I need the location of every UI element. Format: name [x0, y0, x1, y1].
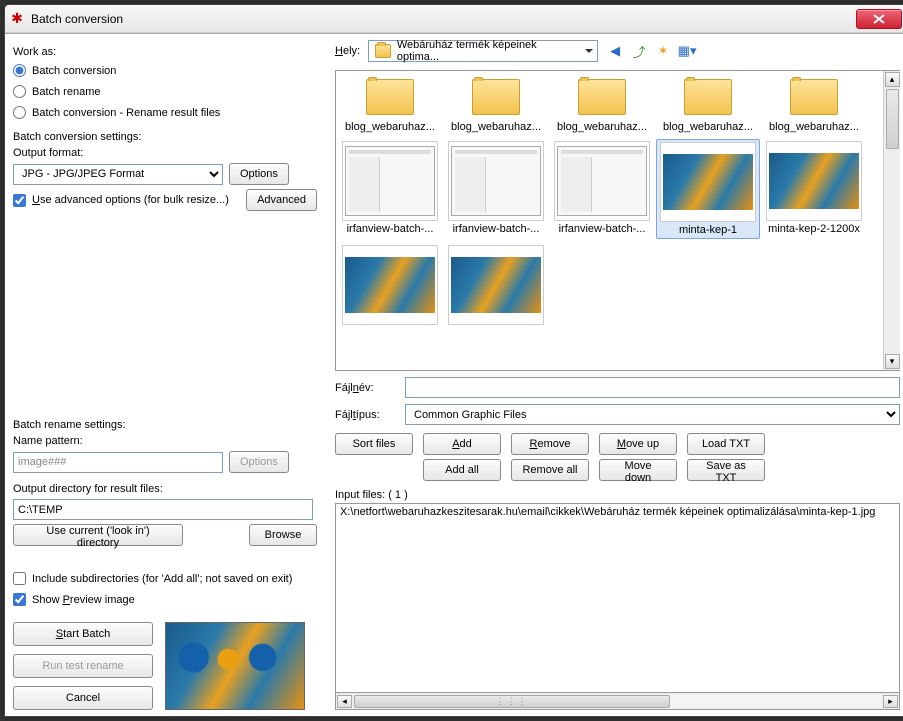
file-item[interactable]: irfanview-batch-...: [338, 139, 442, 239]
screenshot-thumbnail: [342, 141, 438, 221]
run-test-rename-button: Run test rename: [13, 654, 153, 678]
up-icon[interactable]: ⤴: [630, 42, 648, 60]
output-format-select[interactable]: JPG - JPG/JPEG Format: [13, 164, 223, 185]
close-icon: [873, 14, 885, 24]
new-folder-icon[interactable]: ✶: [654, 42, 672, 60]
file-name: irfanview-batch-...: [552, 223, 652, 235]
location-label: Hely:: [335, 45, 360, 57]
file-item[interactable]: blog_webaruhaz...: [762, 73, 866, 135]
folder-icon: [375, 44, 391, 58]
file-item[interactable]: blog_webaruhaz...: [338, 73, 442, 135]
folder-icon: [342, 75, 438, 119]
radio-batch-conversion[interactable]: Batch conversion: [13, 62, 317, 79]
show-preview-check[interactable]: Show Preview image: [13, 591, 317, 608]
folder-icon: [554, 75, 650, 119]
folder-icon: [766, 75, 862, 119]
radio-batch-rename[interactable]: Batch rename: [13, 83, 317, 100]
file-name: blog_webaruhaz...: [658, 121, 758, 133]
filename-label: Fájlnév:: [335, 382, 395, 394]
file-item[interactable]: minta-kep-2-1200x: [762, 139, 866, 239]
file-item[interactable]: blog_webaruhaz...: [444, 73, 548, 135]
horizontal-scrollbar[interactable]: ◂ ⋮⋮⋮ ▸: [335, 693, 900, 710]
remove-button[interactable]: Remove: [511, 433, 589, 455]
file-browser[interactable]: blog_webaruhaz... blog_webaruhaz... blog_w…: [335, 70, 900, 371]
screenshot-thumbnail: [448, 141, 544, 221]
input-files-list[interactable]: X:\netfort\webaruhazkeszitesarak.hu\emai…: [335, 503, 900, 693]
window-title: Batch conversion: [31, 12, 856, 26]
move-down-button[interactable]: Move down: [599, 459, 677, 481]
close-button[interactable]: [856, 9, 902, 29]
titlebar[interactable]: ✱ Batch conversion: [5, 5, 903, 33]
outdir-label: Output directory for result files:: [13, 483, 317, 495]
batch-conversion-window: ✱ Batch conversion Work as: Batch conver…: [4, 4, 903, 717]
file-item[interactable]: irfanview-batch-...: [444, 139, 548, 239]
hscroll-thumb[interactable]: ⋮⋮⋮: [354, 695, 670, 708]
rename-settings-label: Batch rename settings:: [13, 419, 317, 431]
vertical-scrollbar[interactable]: ▴ ▾: [883, 71, 900, 370]
file-item[interactable]: blog_webaruhaz...: [656, 73, 760, 135]
rename-options-button: Options: [229, 451, 289, 473]
file-item[interactable]: blog_webaruhaz...: [550, 73, 654, 135]
file-item[interactable]: [444, 243, 548, 329]
advanced-button[interactable]: Advanced: [246, 189, 317, 211]
app-icon: ✱: [9, 11, 25, 27]
list-item[interactable]: X:\netfort\webaruhazkeszitesarak.hu\emai…: [340, 506, 895, 518]
radio-batch-conv-rename[interactable]: Batch conversion - Rename result files: [13, 104, 317, 121]
scroll-down-icon[interactable]: ▾: [885, 354, 900, 369]
image-thumbnail: [342, 245, 438, 325]
folder-icon: [660, 75, 756, 119]
back-icon[interactable]: ◀: [606, 42, 624, 60]
filetype-label: Fájltípus:: [335, 409, 395, 421]
file-name: irfanview-batch-...: [340, 223, 440, 235]
output-format-label: Output format:: [13, 147, 317, 159]
load-txt-button[interactable]: Load TXT: [687, 433, 765, 455]
location-dropdown[interactable]: Webáruház termék képeinek optima...: [368, 40, 598, 62]
cancel-button[interactable]: Cancel: [13, 686, 153, 710]
scroll-thumb[interactable]: [886, 89, 899, 149]
file-item[interactable]: minta-kep-1: [656, 139, 760, 239]
include-subdirs-check[interactable]: Include subdirectories (for 'Add all'; n…: [13, 570, 317, 587]
sort-files-button[interactable]: Sort files: [335, 433, 413, 455]
view-menu-icon[interactable]: ▦▾: [678, 42, 696, 60]
file-name: blog_webaruhaz...: [446, 121, 546, 133]
file-name: blog_webaruhaz...: [552, 121, 652, 133]
format-options-button[interactable]: Options: [229, 163, 289, 185]
right-panel: Hely: Webáruház termék képeinek optima..…: [325, 34, 903, 716]
conv-settings-label: Batch conversion settings:: [13, 131, 317, 143]
add-all-button[interactable]: Add all: [423, 459, 501, 481]
left-panel: Work as: Batch conversion Batch rename B…: [5, 34, 325, 716]
file-item[interactable]: [338, 243, 442, 329]
image-thumbnail: [660, 142, 756, 222]
scroll-right-icon[interactable]: ▸: [883, 695, 898, 708]
file-item[interactable]: irfanview-batch-...: [550, 139, 654, 239]
add-button[interactable]: Add: [423, 433, 501, 455]
save-txt-button[interactable]: Save as TXT: [687, 459, 765, 481]
browse-button[interactable]: Browse: [249, 524, 317, 546]
start-batch-button[interactable]: Start Batch: [13, 622, 153, 646]
scroll-left-icon[interactable]: ◂: [337, 695, 352, 708]
file-name: blog_webaruhaz...: [340, 121, 440, 133]
folder-icon: [448, 75, 544, 119]
advanced-options-check[interactable]: Use advanced options (for bulk resize...…: [13, 192, 229, 209]
filename-input[interactable]: [405, 377, 900, 398]
scroll-up-icon[interactable]: ▴: [885, 72, 900, 87]
file-name: irfanview-batch-...: [446, 223, 546, 235]
file-name: minta-kep-2-1200x: [764, 223, 864, 235]
work-as-label: Work as:: [13, 46, 317, 58]
input-files-label: Input files: ( 1 ): [335, 489, 408, 501]
file-name: blog_webaruhaz...: [764, 121, 864, 133]
name-pattern-input: [13, 452, 223, 473]
image-thumbnail: [766, 141, 862, 221]
name-pattern-label: Name pattern:: [13, 435, 317, 447]
output-directory-input[interactable]: [13, 499, 313, 520]
use-current-dir-button[interactable]: Use current ('look in') directory: [13, 524, 183, 546]
remove-all-button[interactable]: Remove all: [511, 459, 589, 481]
preview-image: [165, 622, 305, 710]
file-name: minta-kep-1: [658, 224, 758, 236]
filetype-select[interactable]: Common Graphic Files: [405, 404, 900, 425]
image-thumbnail: [448, 245, 544, 325]
move-up-button[interactable]: Move up: [599, 433, 677, 455]
screenshot-thumbnail: [554, 141, 650, 221]
